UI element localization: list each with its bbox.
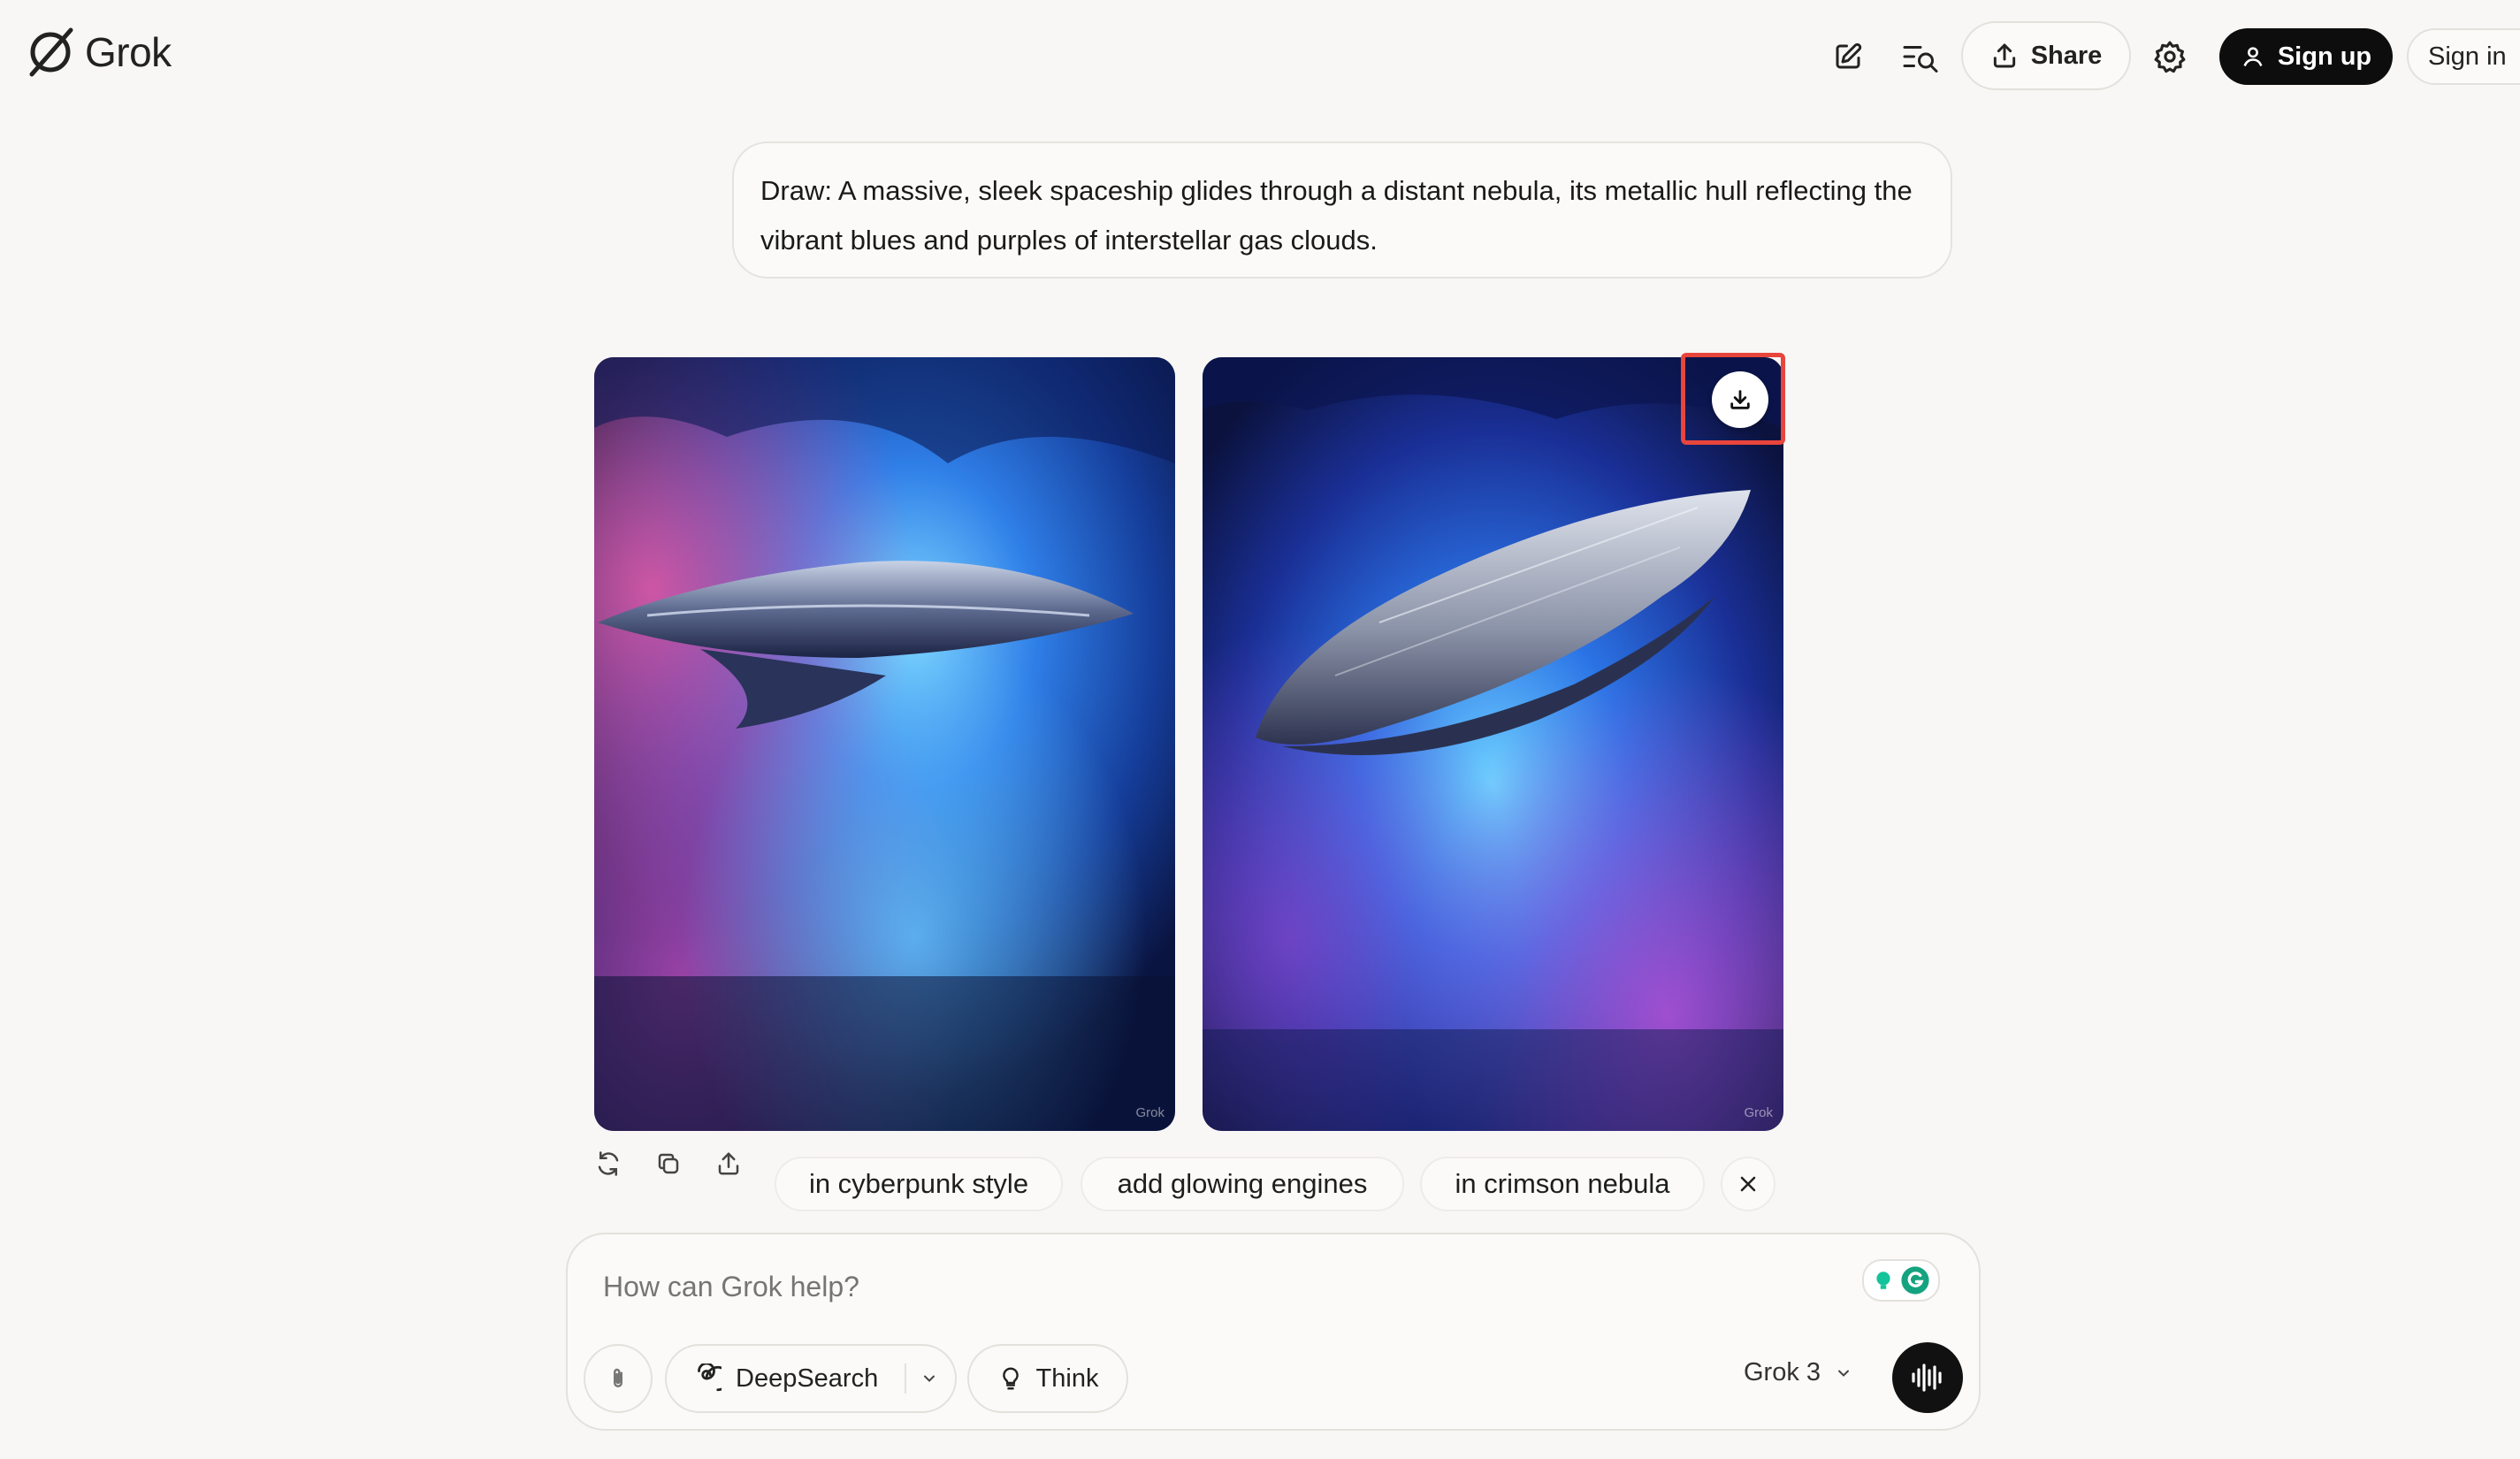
share-upload-icon[interactable] (711, 1146, 746, 1181)
message-input[interactable] (601, 1270, 1843, 1304)
spaceship-image (1203, 357, 1783, 1131)
grok-logo[interactable]: Grok (25, 27, 172, 78)
download-button[interactable] (1712, 371, 1768, 428)
history-search-icon[interactable] (1892, 28, 1949, 85)
settings-gear-icon[interactable] (2142, 28, 2198, 85)
regenerate-icon[interactable] (591, 1146, 626, 1181)
think-label: Think (1035, 1364, 1099, 1393)
upload-icon (1993, 43, 2015, 68)
suggestion-chip[interactable]: add glowing engines (1081, 1157, 1404, 1211)
download-icon (1730, 390, 1750, 409)
user-icon (2243, 47, 2263, 67)
copy-icon[interactable] (651, 1146, 686, 1181)
generated-image-2[interactable]: Grok (1203, 357, 1783, 1131)
attach-button[interactable] (584, 1344, 653, 1413)
deepsearch-icon (698, 1364, 722, 1392)
dismiss-suggestions-button[interactable] (1721, 1157, 1775, 1211)
close-icon (1740, 1176, 1756, 1192)
sign-in-label: Sign in (2428, 42, 2507, 71)
generated-image-1[interactable]: Grok (594, 357, 1175, 1131)
share-button[interactable]: Share (1961, 21, 2131, 90)
deepsearch-label: DeepSearch (736, 1364, 879, 1393)
new-chat-icon[interactable] (1820, 28, 1876, 85)
watermark: Grok (1135, 1105, 1165, 1120)
suggestion-chip[interactable]: in cyberpunk style (775, 1157, 1063, 1211)
spaceship-image (594, 357, 1175, 1131)
voice-mode-button[interactable] (1892, 1342, 1963, 1413)
suggestion-chip[interactable]: in crimson nebula (1420, 1157, 1705, 1211)
share-label: Share (2030, 41, 2103, 70)
sign-in-button[interactable]: Sign in (2407, 28, 2520, 85)
lightbulb-icon (1002, 1367, 1019, 1390)
grok-logo-icon (29, 27, 73, 77)
model-selector[interactable]: Grok 3 (1744, 1358, 1852, 1387)
chevron-down-icon[interactable] (920, 1370, 938, 1387)
divider (905, 1364, 907, 1394)
logo-text: Grok (85, 29, 172, 75)
grammarly-g-icon (1901, 1266, 1929, 1295)
think-button[interactable]: Think (967, 1344, 1128, 1413)
deepsearch-button[interactable]: DeepSearch (665, 1344, 957, 1413)
waveform-icon (1912, 1364, 1942, 1392)
model-label: Grok 3 (1744, 1358, 1821, 1386)
watermark: Grok (1744, 1105, 1773, 1120)
sign-up-button[interactable]: Sign up (2219, 28, 2393, 85)
grammarly-widget[interactable] (1862, 1259, 1940, 1302)
chevron-down-icon (1838, 1370, 1850, 1377)
paperclip-icon (614, 1368, 622, 1387)
sign-up-label: Sign up (2277, 42, 2372, 71)
user-message: Draw: A massive, sleek spaceship glides … (732, 141, 1952, 279)
bulb-icon (1876, 1272, 1890, 1289)
